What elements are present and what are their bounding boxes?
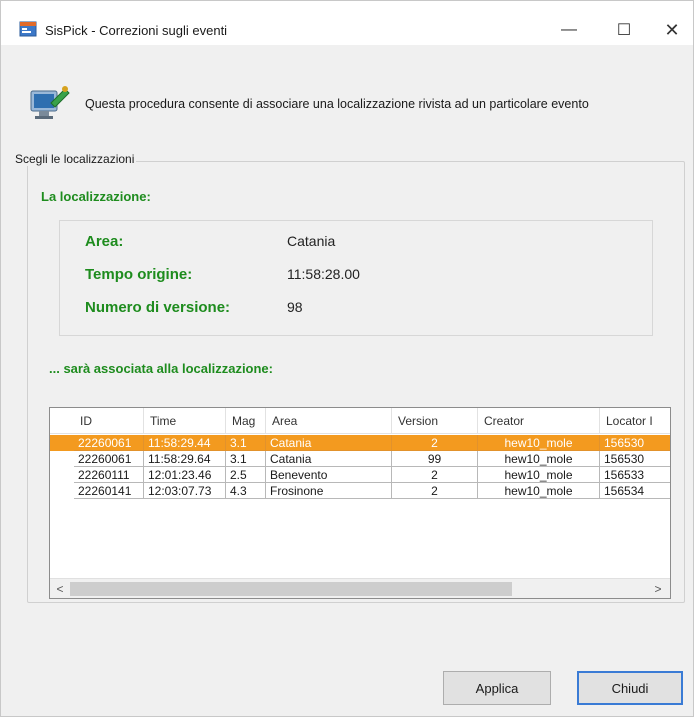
version-value: 98 <box>287 299 303 315</box>
association-heading: ... sarà associata alla localizzazione: <box>49 361 273 376</box>
cell-locator: 156534 <box>600 483 670 499</box>
origin-time-value: 11:58:28.00 <box>287 266 360 282</box>
cell-id: 22260141 <box>74 483 144 499</box>
cell-locator: 156533 <box>600 467 670 483</box>
close-window-button[interactable]: ✕ <box>649 15 694 45</box>
cell-time: 12:03:07.73 <box>144 483 226 499</box>
horizontal-scrollbar[interactable]: < > <box>50 578 670 598</box>
cell-id: 22260061 <box>74 435 144 451</box>
cell-mag: 3.1 <box>226 435 266 451</box>
app-icon <box>19 21 37 37</box>
location-heading: La localizzazione: <box>41 189 151 204</box>
cell-area: Benevento <box>266 467 392 483</box>
column-header-time[interactable]: Time <box>144 408 226 434</box>
table-row[interactable]: 22260141 12:03:07.73 4.3 Frosinone 2 hew… <box>50 483 670 499</box>
cell-mag: 3.1 <box>226 451 266 467</box>
column-header-area[interactable]: Area <box>266 408 392 434</box>
table-row[interactable]: 22260061 11:58:29.64 3.1 Catania 99 hew1… <box>50 451 670 467</box>
column-header-id[interactable]: ID <box>74 408 144 434</box>
scroll-right-icon[interactable]: > <box>650 581 666 597</box>
cell-creator: hew10_mole <box>478 467 600 483</box>
area-value: Catania <box>287 233 336 249</box>
table-row[interactable]: 22260061 11:58:29.44 3.1 Catania 2 hew10… <box>50 435 670 451</box>
close-icon: ✕ <box>664 19 680 40</box>
window-title: SisPick - Correzioni sugli eventi <box>45 23 228 38</box>
computer-satellite-icon <box>30 86 70 119</box>
table-row[interactable]: 22260111 12:01:23.46 2.5 Benevento 2 hew… <box>50 467 670 483</box>
minimize-icon: — <box>561 21 577 38</box>
cell-time: 11:58:29.44 <box>144 435 226 451</box>
scroll-thumb[interactable] <box>70 582 512 596</box>
cell-version: 2 <box>392 435 478 451</box>
column-header-locator[interactable]: Locator I <box>600 408 670 434</box>
location-listview[interactable]: ID Time Mag Area Version Creator Locator… <box>49 407 671 599</box>
cell-area: Catania <box>266 435 392 451</box>
groupbox-legend: Scegli le localizzazioni <box>13 152 137 166</box>
cell-version: 99 <box>392 451 478 467</box>
cell-mag: 2.5 <box>226 467 266 483</box>
cell-version: 2 <box>392 483 478 499</box>
maximize-icon: ☐ <box>616 22 632 39</box>
close-button[interactable]: Chiudi <box>577 671 683 705</box>
cell-time: 12:01:23.46 <box>144 467 226 483</box>
column-header-version[interactable]: Version <box>392 408 478 434</box>
cell-locator: 156530 <box>600 451 670 467</box>
cell-locator: 156530 <box>600 435 670 451</box>
cell-creator: hew10_mole <box>478 483 600 499</box>
column-header-creator[interactable]: Creator <box>478 408 600 434</box>
maximize-button[interactable]: ☐ <box>601 15 647 45</box>
cell-id: 22260111 <box>74 467 144 483</box>
scroll-left-icon[interactable]: < <box>52 581 68 597</box>
cell-id: 22260061 <box>74 451 144 467</box>
cell-area: Frosinone <box>266 483 392 499</box>
cell-area: Catania <box>266 451 392 467</box>
minimize-button[interactable]: — <box>546 15 592 45</box>
dialog-window: SisPick - Correzioni sugli eventi — ☐ ✕ … <box>0 0 694 717</box>
version-label: Numero di versione: <box>85 299 231 316</box>
column-header-mag[interactable]: Mag <box>226 408 266 434</box>
intro-description: Questa procedura consente di associare u… <box>85 97 589 111</box>
apply-button[interactable]: Applica <box>443 671 551 705</box>
listview-header: ID Time Mag Area Version Creator Locator… <box>50 408 670 434</box>
origin-time-label: Tempo origine: <box>85 266 193 283</box>
cell-mag: 4.3 <box>226 483 266 499</box>
cell-creator: hew10_mole <box>478 451 600 467</box>
cell-creator: hew10_mole <box>478 435 600 451</box>
cell-time: 11:58:29.64 <box>144 451 226 467</box>
area-label: Area: <box>85 233 124 250</box>
title-bar[interactable]: SisPick - Correzioni sugli eventi — ☐ ✕ <box>1 1 693 45</box>
cell-version: 2 <box>392 467 478 483</box>
